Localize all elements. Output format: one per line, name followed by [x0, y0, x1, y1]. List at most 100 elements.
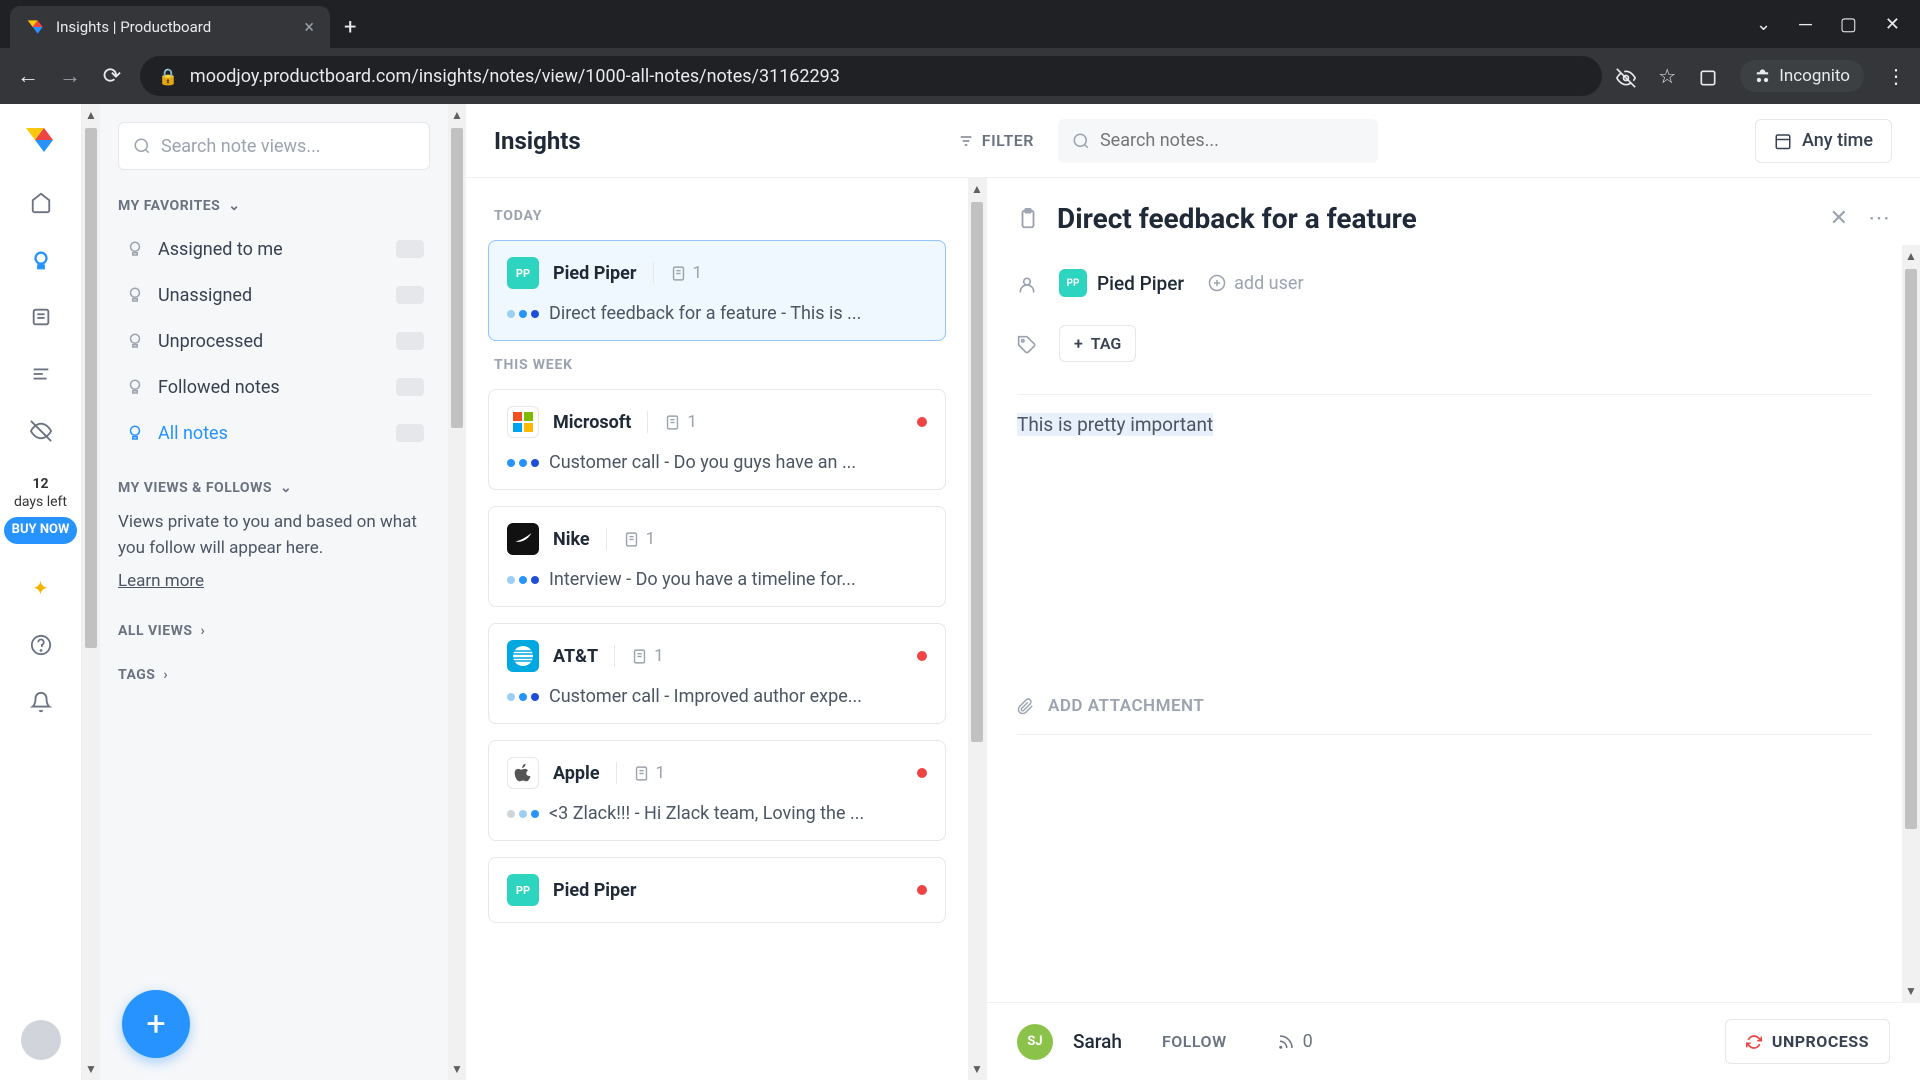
search-views-input[interactable]: Search note views...: [118, 122, 430, 170]
company-name: Pied Piper: [553, 880, 637, 901]
create-note-fab[interactable]: +: [122, 990, 190, 1058]
chevron-down-icon: ⌄: [228, 198, 240, 214]
insight-count: 1: [670, 263, 703, 283]
company-chip[interactable]: PP Pied Piper: [1059, 269, 1184, 297]
sidebar-item-label: Assigned to me: [158, 239, 283, 260]
views-header[interactable]: MY VIEWS & FOLLOWS ⌄: [118, 480, 430, 496]
left-rail: 12 days left BUY NOW ✦: [0, 104, 82, 1080]
rail-scrollbar[interactable]: ▲ ▼: [82, 104, 100, 1080]
eye-off-icon[interactable]: [1616, 64, 1636, 88]
extensions-icon[interactable]: [1698, 64, 1718, 88]
notes-scrollbar[interactable]: ▲ ▼: [968, 178, 986, 1080]
owner-name: Sarah: [1073, 1030, 1122, 1053]
insights-icon[interactable]: [26, 247, 56, 272]
notes-group-label: TODAY: [494, 208, 940, 224]
divider: [1017, 734, 1872, 735]
company-name: Pied Piper: [553, 263, 637, 284]
app-root: 12 days left BUY NOW ✦ ▲ ▼ Search note v…: [0, 104, 1920, 1080]
tag-icon: [1017, 332, 1041, 356]
company-name: Microsoft: [553, 412, 631, 433]
trial-label: days left: [4, 493, 78, 511]
new-tab-button[interactable]: +: [330, 7, 370, 48]
nav-reload-icon[interactable]: ⟳: [98, 64, 126, 89]
sparkle-icon[interactable]: ✦: [32, 576, 49, 600]
all-views-header[interactable]: ALL VIEWS ›: [118, 623, 430, 639]
insight-count: 1: [633, 763, 666, 783]
note-icon: [664, 414, 681, 431]
follow-button[interactable]: FOLLOW: [1162, 1032, 1227, 1051]
incognito-badge[interactable]: Incognito: [1740, 60, 1864, 92]
priority-dots: [507, 310, 539, 318]
owner-avatar[interactable]: SJ: [1017, 1024, 1053, 1060]
note-content[interactable]: This is pretty important: [1017, 413, 1872, 436]
address-bar[interactable]: 🔒 moodjoy.productboard.com/insights/note…: [140, 56, 1602, 96]
sidebar-scrollbar[interactable]: ▲ ▼: [448, 104, 466, 1080]
calendar-icon: [1774, 132, 1792, 150]
learn-more-link[interactable]: Learn more: [118, 569, 204, 595]
sidebar-item-label: Followed notes: [158, 377, 280, 398]
incognito-label: Incognito: [1779, 66, 1850, 86]
home-icon[interactable]: [26, 190, 56, 215]
browser-tab[interactable]: Insights | Productboard ×: [10, 6, 330, 48]
note-title[interactable]: Direct feedback for a feature: [1057, 202, 1812, 235]
nav-forward-icon[interactable]: →: [56, 63, 84, 89]
notes-list: TODAYPPPied Piper 1Direct feedback for a…: [466, 178, 968, 1080]
help-icon[interactable]: [26, 632, 56, 657]
note-card[interactable]: AT&T 1Customer call - Improved author ex…: [488, 623, 946, 724]
filter-button[interactable]: FILTER: [958, 131, 1034, 150]
note-card[interactable]: Microsoft 1Customer call - Do you guys h…: [488, 389, 946, 490]
nav-back-icon[interactable]: ←: [14, 63, 42, 89]
user-avatar[interactable]: [21, 1020, 61, 1060]
search-notes-input[interactable]: [1058, 119, 1378, 163]
note-card[interactable]: PPPied Piper: [488, 857, 946, 923]
chevron-down-icon: ⌄: [280, 480, 292, 496]
count-pill: [396, 286, 424, 304]
search-notes-field[interactable]: [1100, 130, 1364, 151]
status-dot: [917, 768, 927, 778]
tabs-dropdown-icon[interactable]: ⌄: [1756, 14, 1771, 35]
window-maximize-icon[interactable]: ▢: [1840, 14, 1857, 35]
main: Insights FILTER Any time TODAY PPPied Pip…: [466, 104, 1920, 1080]
page-title: Insights: [494, 127, 581, 155]
tags-header[interactable]: TAGS ›: [118, 667, 430, 683]
close-icon[interactable]: ✕: [1830, 206, 1848, 231]
sidebar-item-followed-notes[interactable]: Followed notes: [118, 368, 430, 406]
features-icon[interactable]: [26, 304, 56, 329]
more-icon[interactable]: ⋯: [1868, 206, 1890, 231]
company-logo: [507, 406, 539, 438]
bookmark-star-icon[interactable]: ☆: [1658, 64, 1676, 88]
add-attachment-button[interactable]: ADD ATTACHMENT: [1017, 696, 1872, 716]
note-card[interactable]: PPPied Piper 1Direct feedback for a feat…: [488, 240, 946, 341]
note-detail: Direct feedback for a feature ✕ ⋯: [986, 178, 1920, 1080]
followers-count[interactable]: 0: [1277, 1031, 1313, 1052]
add-user-button[interactable]: add user: [1208, 273, 1303, 294]
add-tag-button[interactable]: + TAG: [1059, 325, 1136, 362]
sidebar-item-assigned-to-me[interactable]: Assigned to me: [118, 230, 430, 268]
window-close-icon[interactable]: ✕: [1885, 14, 1900, 35]
productboard-logo[interactable]: [23, 122, 59, 158]
chevron-right-icon: ›: [201, 623, 206, 639]
note-snippet: Direct feedback for a feature - This is …: [549, 303, 927, 324]
detail-scrollbar[interactable]: ▲ ▼: [1902, 245, 1920, 1002]
kebab-menu-icon[interactable]: ⋮: [1886, 64, 1906, 88]
plus-icon: +: [1074, 334, 1083, 353]
note-card[interactable]: Nike 1Interview - Do you have a timeline…: [488, 506, 946, 607]
status-dot: [917, 417, 927, 427]
detail-body: PP Pied Piper add user: [987, 245, 1902, 1002]
sidebar-item-unprocessed[interactable]: Unprocessed: [118, 322, 430, 360]
unprocess-button[interactable]: UNPROCESS: [1725, 1019, 1890, 1064]
priority-dots: [507, 810, 539, 818]
tab-close-icon[interactable]: ×: [304, 17, 314, 38]
sidebar-item-all-notes[interactable]: All notes: [118, 414, 430, 452]
window-controls: ⌄ ─ ▢ ✕: [1756, 14, 1920, 35]
sidebar-item-unassigned[interactable]: Unassigned: [118, 276, 430, 314]
note-card[interactable]: Apple 1<3 Zlack!!! - Hi Zlack team, Lovi…: [488, 740, 946, 841]
buy-now-button[interactable]: BUY NOW: [4, 517, 78, 544]
url-text: moodjoy.productboard.com/insights/notes/…: [190, 66, 840, 87]
date-filter-button[interactable]: Any time: [1755, 119, 1892, 163]
window-minimize-icon[interactable]: ─: [1799, 14, 1812, 35]
roadmap-icon[interactable]: [26, 361, 56, 386]
notifications-icon[interactable]: [26, 689, 56, 714]
favorites-header[interactable]: MY FAVORITES ⌄: [118, 198, 430, 214]
portal-icon[interactable]: [26, 418, 56, 443]
